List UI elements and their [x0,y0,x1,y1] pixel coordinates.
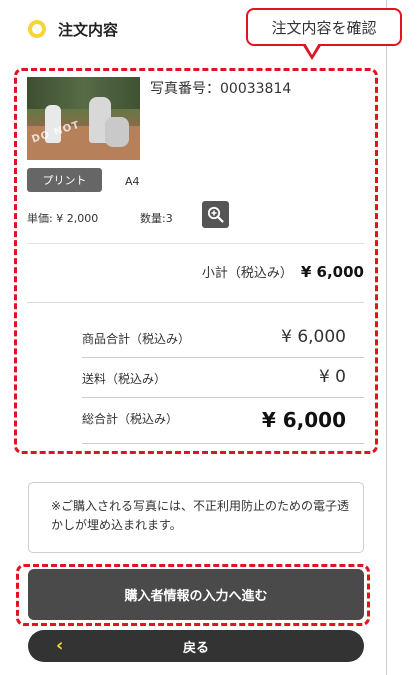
totals-row-shipping: 送料（税込み） ¥ 0 [82,358,364,398]
zoom-in-icon [207,206,224,223]
totals-label: 送料（税込み） [82,372,167,386]
photo-number: 写真番号：00033814 [150,81,292,97]
back-button[interactable]: ‹ 戻る [28,630,364,662]
totals-value: ¥ 6,000 [281,327,346,347]
subtotal-label: 小計（税込み） [201,266,293,281]
proceed-to-buyer-info-button[interactable]: 購入者情報の入力へ進む [28,569,364,620]
print-size: A4 [125,175,140,188]
unit-price: 単価: ¥ 2,000 [27,212,99,225]
divider [27,302,364,303]
callout-annotation: 注文内容を確認 [246,8,402,46]
zoom-in-button[interactable] [202,201,229,228]
order-page: 注文内容 注文内容を確認 DO NOT 写真番号：00033814 プリント A… [0,0,420,675]
totals-label: 総合計（税込み） [82,412,179,426]
circle-bullet-icon [28,20,46,38]
callout-tail-fill [305,43,319,55]
totals-row-goods: 商品合計（税込み） ¥ 6,000 [82,318,364,358]
content-edge-divider [386,0,387,675]
chevron-left-icon: ‹ [56,635,64,656]
watermark-notice: ※ご購入される写真には、不正利用防止のための電子透かしが埋め込まれます。 [28,482,364,553]
back-button-label: 戻る [182,640,209,656]
product-photo-thumbnail[interactable]: DO NOT [27,77,140,160]
totals-value: ¥ 0 [318,367,346,387]
subtotal: 小計（税込み） ¥ 6,000 [27,262,364,281]
quantity: 数量:3 [140,212,173,225]
photo-stands [27,77,140,109]
print-type-button[interactable]: プリント [27,168,102,192]
totals-table: 商品合計（税込み） ¥ 6,000 送料（税込み） ¥ 0 総合計（税込み） ¥… [82,318,364,444]
divider [27,243,364,244]
subtotal-amount: ¥ 6,000 [300,263,364,281]
totals-label: 商品合計（税込み） [82,332,191,346]
section-header: 注文内容 [28,16,118,42]
totals-row-grand-total: 総合計（税込み） ¥ 6,000 [82,398,364,444]
grand-total-value: ¥ 6,000 [261,408,346,432]
photo-player [105,117,129,147]
section-title: 注文内容 [58,20,119,39]
